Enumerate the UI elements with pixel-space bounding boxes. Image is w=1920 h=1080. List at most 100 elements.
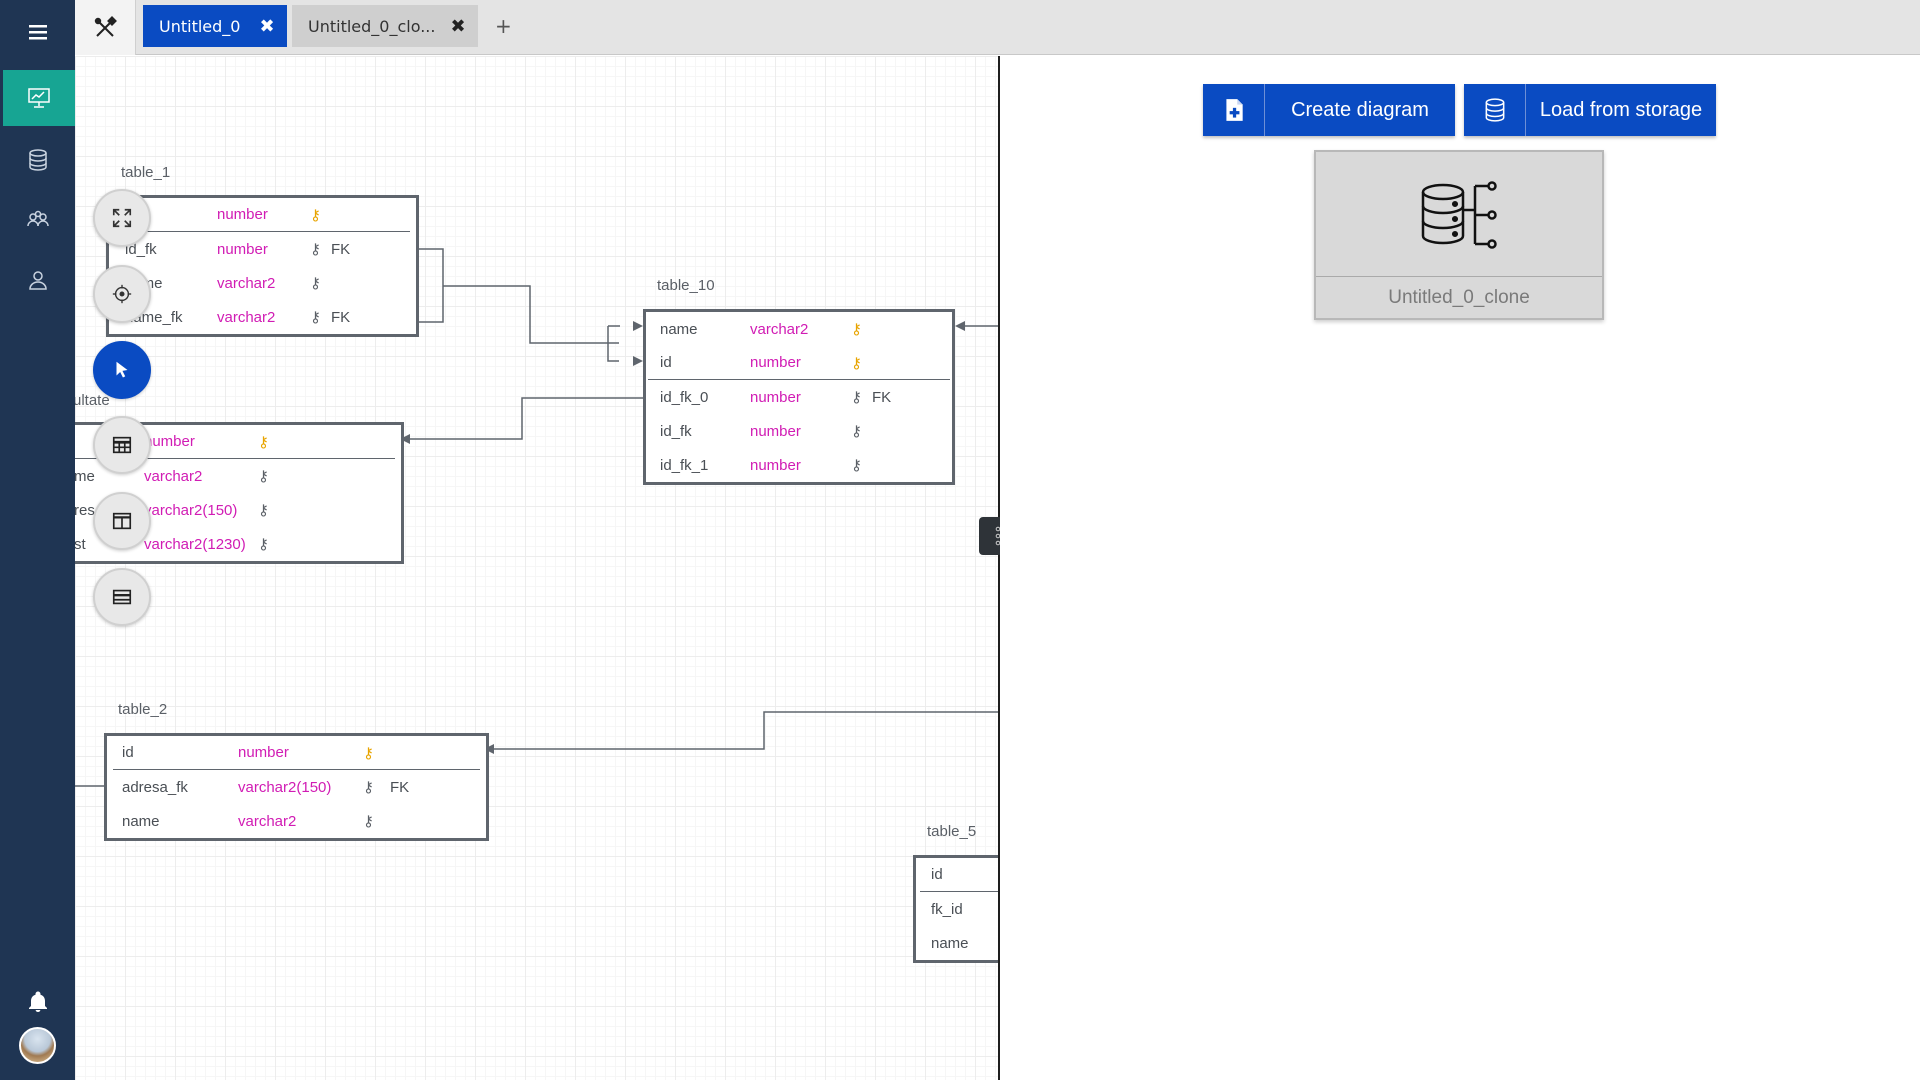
table-title: ultate — [75, 392, 110, 409]
column-type: number — [217, 206, 268, 223]
table-row[interactable]: fk_id — [916, 892, 999, 926]
key-icon: ⚷ — [851, 423, 862, 440]
center-view-button[interactable] — [93, 265, 151, 323]
new-file-icon — [1203, 84, 1265, 136]
add-view-button[interactable] — [93, 492, 151, 550]
table-row[interactable]: id_fk_0 number ⚷ FK — [646, 380, 952, 414]
close-icon[interactable]: ✖ — [438, 16, 478, 37]
database-icon — [28, 149, 47, 171]
primary-key-icon: ⚷ — [363, 744, 374, 762]
column-type: number — [238, 744, 289, 761]
table-table-5[interactable]: id fk_id name — [913, 855, 999, 963]
column-name: id_fk — [660, 422, 692, 440]
table-table-1[interactable]: number ⚷ id_fk number ⚷ FK name varchar2… — [106, 195, 419, 337]
table-row[interactable]: id — [920, 858, 999, 892]
fk-label: FK — [872, 388, 892, 406]
column-name: res — [75, 501, 95, 519]
add-table-button[interactable] — [93, 416, 151, 474]
tab-untitled-0[interactable]: Untitled_0 ✖ — [143, 5, 287, 47]
fk-label: FK — [331, 308, 351, 326]
column-name: id_fk_1 — [660, 456, 709, 474]
column-name: adresa_fk — [122, 778, 188, 796]
primary-key-icon: ⚷ — [851, 354, 862, 372]
diagram-canvas[interactable]: table_1 number ⚷ id_fk number ⚷ FK name … — [75, 56, 999, 1080]
diagram-card[interactable]: Untitled_0_clone — [1314, 150, 1604, 320]
table-row[interactable]: name varchar2 ⚷ — [109, 266, 416, 300]
table-row[interactable]: id_fk number ⚷ FK — [109, 232, 416, 266]
key-icon: ⚷ — [258, 502, 269, 519]
sidebar-item-diagrams[interactable] — [3, 70, 75, 126]
key-icon: ⚷ — [310, 309, 321, 326]
table-row[interactable]: adresa_fk varchar2(150) ⚷ FK — [107, 770, 486, 804]
table-row[interactable]: id_fk_1 number ⚷ — [646, 448, 952, 482]
sidebar-item-database[interactable] — [0, 130, 75, 190]
cursor-icon — [116, 361, 128, 378]
column-type: varchar2 — [750, 320, 809, 338]
diagram-card-label: Untitled_0_clone — [1316, 276, 1602, 318]
table-row[interactable]: name — [916, 926, 999, 960]
table-row[interactable]: id number ⚷ — [648, 346, 950, 380]
table-row[interactable]: number ⚷ — [115, 198, 410, 232]
sidebar — [0, 0, 75, 1080]
column-name: name — [122, 812, 160, 830]
table-table-10[interactable]: name varchar2 ⚷ id number ⚷ id_fk_0 numb… — [643, 309, 955, 485]
sidebar-item-team[interactable] — [0, 190, 75, 250]
primary-key-icon: ⚷ — [258, 433, 269, 451]
tools-icon — [94, 15, 117, 37]
column-type: varchar2(150) — [144, 501, 238, 519]
tab-untitled-0-clone[interactable]: Untitled_0_clo... ✖ — [292, 5, 478, 47]
menu-icon[interactable] — [0, 2, 75, 62]
avatar[interactable] — [19, 1027, 56, 1064]
column-type: number — [217, 240, 268, 258]
database-schema-icon — [1316, 152, 1602, 278]
tools-button[interactable] — [75, 0, 136, 55]
key-icon: ⚷ — [258, 536, 269, 553]
select-tool-button[interactable] — [93, 341, 151, 399]
table-row[interactable]: name_fk varchar2 ⚷ FK — [109, 300, 416, 334]
table-icon — [112, 436, 132, 454]
column-name: me — [75, 467, 95, 485]
fit-to-screen-button[interactable] — [93, 189, 151, 247]
add-tab-button[interactable]: + — [495, 14, 512, 38]
column-type: varchar2 — [238, 812, 297, 830]
column-name: id — [122, 744, 134, 761]
table-title: table_2 — [118, 701, 168, 718]
create-diagram-button[interactable]: Create diagram — [1203, 84, 1455, 136]
load-from-storage-label: Load from storage — [1539, 98, 1703, 121]
column-type: number — [750, 456, 801, 474]
column-type: varchar2 — [217, 308, 276, 326]
load-from-storage-button[interactable]: Load from storage — [1464, 84, 1716, 136]
column-name: id_fk_0 — [660, 388, 709, 406]
app-root: Untitled_0 ✖ Untitled_0_clo... ✖ + table… — [0, 0, 1920, 1080]
column-name: id — [931, 866, 943, 883]
column-type: varchar2(1230) — [144, 535, 246, 553]
column-name: fk_id — [931, 900, 963, 918]
create-diagram-label: Create diagram — [1291, 98, 1429, 121]
column-type: varchar2(150) — [238, 778, 332, 796]
column-name: name — [660, 320, 698, 338]
fk-label: FK — [331, 240, 351, 258]
table-row[interactable]: id number ⚷ — [113, 736, 480, 770]
column-type: varchar2 — [217, 274, 276, 292]
table-row[interactable]: name varchar2 ⚷ — [646, 312, 952, 346]
column-type: number — [750, 422, 801, 440]
presentation-chart-icon — [28, 88, 50, 108]
notifications-bell-icon[interactable] — [0, 982, 75, 1022]
column-type: number — [750, 388, 801, 406]
close-icon[interactable]: ✖ — [247, 16, 287, 37]
sidebar-item-profile[interactable] — [0, 250, 75, 310]
table-row[interactable]: id_fk number ⚷ — [646, 414, 952, 448]
fk-label: FK — [390, 778, 410, 796]
crosshair-icon — [112, 284, 132, 304]
column-type: number — [144, 433, 195, 450]
columns-icon — [112, 512, 132, 530]
expand-icon — [112, 208, 132, 228]
add-note-button[interactable] — [93, 568, 151, 626]
team-icon — [26, 210, 49, 227]
column-name: name — [931, 934, 969, 952]
column-name: id — [660, 354, 672, 371]
table-row[interactable]: name varchar2 ⚷ — [107, 804, 486, 838]
table-table-2[interactable]: id number ⚷ adresa_fk varchar2(150) ⚷ FK… — [104, 733, 489, 841]
user-icon — [28, 271, 47, 290]
key-icon: ⚷ — [310, 275, 321, 292]
